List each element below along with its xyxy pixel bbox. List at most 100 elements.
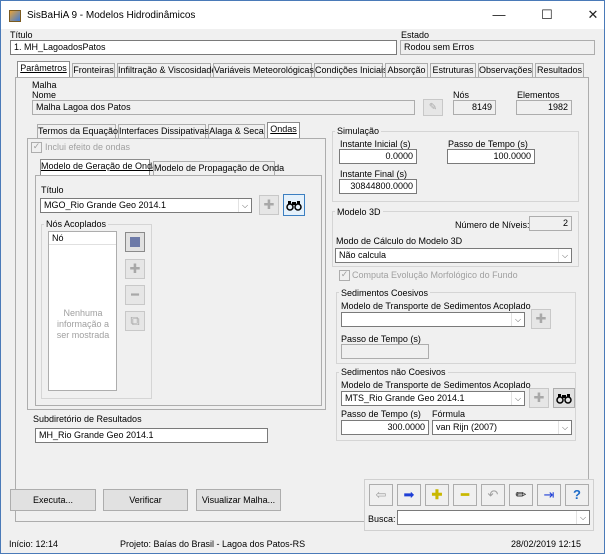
select-icon[interactable]	[125, 232, 145, 252]
modo-calculo-combo[interactable]: Não calcula ⌵	[335, 248, 572, 263]
sub-tabs: Termos da Equação Interfaces Dissipativa…	[27, 122, 327, 139]
formula-combo[interactable]: van Rijn (2007) ⌵	[432, 420, 572, 435]
status-datetime: 28/02/2019 12:15	[511, 539, 582, 549]
chevron-down-icon: ⌵	[558, 421, 571, 434]
window-title: SisBaHiA 9 - Modelos Hidrodinâmicos	[27, 10, 196, 21]
elementos-label: Elementos	[517, 90, 560, 100]
busca-combo[interactable]: ⌵	[397, 510, 590, 525]
nao-coesivos-add-icon[interactable]: ✚	[529, 388, 549, 408]
modo-calculo-label: Modo de Cálculo do Modelo 3D	[336, 236, 463, 246]
nao-coesivos-passo-label: Passo de Tempo (s)	[341, 409, 421, 419]
estado-label: Estado	[401, 30, 430, 40]
remove-icon[interactable]: ━	[453, 484, 477, 506]
main-tabs: Parâmetros Fronteiras Infiltração & Visc…	[15, 61, 587, 78]
tab-alaga[interactable]: Alaga & Seca	[208, 124, 265, 138]
malha-nome-field: Malha Lagoa dos Patos	[32, 100, 415, 115]
geracao-titulo-value: MGO_Rio Grande Geo 2014.1	[44, 200, 167, 210]
formula-value: van Rijn (2007)	[436, 422, 498, 432]
busca-label: Busca:	[368, 514, 396, 524]
exit-icon[interactable]: ⇥	[537, 484, 561, 506]
status-projeto: Projeto: Baías do Brasil - Lagoa dos Pat…	[120, 539, 306, 549]
niveis-field: 2	[529, 216, 572, 231]
binoculars-icon[interactable]	[553, 388, 575, 408]
titulo-field[interactable]: 1. MH_LagoadosPatos	[10, 40, 397, 55]
visualizar-malha-button[interactable]: Visualizar Malha...	[196, 489, 281, 511]
modelo3d-title: Modelo 3D	[335, 207, 383, 217]
coesivos-modelo-combo[interactable]: ⌵	[341, 312, 525, 327]
executa-button[interactable]: Executa...	[10, 489, 96, 511]
undo-icon[interactable]: ↶	[481, 484, 505, 506]
passo-tempo-field[interactable]: 100.0000	[447, 149, 535, 164]
list-header: Nó	[49, 232, 116, 245]
title-bar: SisBaHiA 9 - Modelos Hidrodinâmicos — ☐ …	[1, 1, 604, 29]
maximize-button[interactable]: ☐	[527, 3, 567, 27]
elementos-field: 1982	[516, 100, 572, 115]
status-bar: Início: 12:14 Projeto: Baías do Brasil -…	[1, 537, 604, 553]
chevron-down-icon: ⌵	[511, 313, 524, 326]
tab-estruturas[interactable]: Estruturas	[430, 63, 476, 77]
subdiretorio-field[interactable]: MH_Rio Grande Geo 2014.1	[35, 428, 268, 443]
binoculars-icon[interactable]	[283, 194, 305, 216]
nos-label: Nós	[453, 90, 470, 100]
instante-final-field[interactable]: 30844800.0000	[339, 179, 417, 194]
nos-field: 8149	[453, 100, 496, 115]
coesivos-passo-label: Passo de Tempo (s)	[341, 334, 421, 344]
pencil-icon[interactable]: ✏	[509, 484, 533, 506]
tab-fronteiras[interactable]: Fronteiras	[72, 63, 115, 77]
empty-message: Nenhuma informação a ser mostrada	[56, 308, 110, 340]
close-button[interactable]: ✕	[573, 3, 605, 27]
tab-interfaces[interactable]: Interfaces Dissipativas	[118, 124, 209, 138]
geracao-titulo-combo[interactable]: MGO_Rio Grande Geo 2014.1 ⌵	[40, 198, 252, 213]
check-icon: ✓	[32, 141, 41, 151]
passo-tempo-label: Passo de Tempo (s)	[448, 139, 528, 149]
help-icon[interactable]: ?	[565, 484, 589, 506]
tab-parametros[interactable]: Parâmetros	[17, 61, 70, 77]
modo-calculo-value: Não calcula	[339, 250, 387, 260]
edit-icon[interactable]: ✎	[423, 99, 443, 116]
nao-coesivos-title: Sedimentos não Coesivos	[339, 367, 448, 377]
copy-node-icon[interactable]: ⧉	[125, 311, 145, 331]
formula-label: Fórmula	[432, 409, 466, 419]
tab-variaveis[interactable]: Variáveis Meteorológicas	[213, 63, 314, 77]
coesivos-passo-field	[341, 344, 429, 359]
malha-section-label: Malha	[32, 80, 57, 90]
nao-coesivos-modelo-value: MTS_Rio Grande Geo 2014.1	[345, 393, 465, 403]
chevron-down-icon: ⌵	[558, 249, 571, 262]
subdiretorio-label: Subdiretório de Resultados	[33, 414, 142, 424]
chevron-down-icon: ⌵	[576, 511, 589, 524]
tab-geracao-onda[interactable]: Modelo de Geração de Onda	[40, 159, 157, 175]
add-icon[interactable]: ✚	[425, 484, 449, 506]
chevron-down-icon: ⌵	[511, 392, 524, 405]
tab-observacoes[interactable]: Observações	[478, 63, 533, 77]
tab-ondas[interactable]: Ondas	[267, 122, 300, 138]
tab-infiltracao[interactable]: Infiltração & Viscosidade	[117, 63, 216, 77]
chevron-down-icon: ⌵	[238, 199, 251, 212]
arrow-right-icon[interactable]: ➡	[397, 484, 421, 506]
nos-acoplados-label: Nós Acoplados	[44, 219, 109, 229]
tab-propagacao-onda[interactable]: Modelo de Propagação de Onda	[153, 161, 284, 175]
tab-condicoes[interactable]: Condições Iniciais	[314, 63, 388, 77]
add-node-icon[interactable]: ✚	[125, 259, 145, 279]
app-icon	[9, 10, 21, 22]
instante-final-label: Instante Final (s)	[340, 169, 408, 179]
coesivos-modelo-label: Modelo de Transporte de Sedimentos Acopl…	[341, 301, 531, 311]
nos-list[interactable]: Nó Nenhuma informação a ser mostrada	[48, 231, 117, 391]
niveis-label: Número de Níveis:	[455, 220, 530, 230]
titulo-label: Título	[10, 30, 33, 40]
minimize-button[interactable]: —	[479, 3, 519, 27]
arrow-left-icon[interactable]: ⇦	[369, 484, 393, 506]
tab-termos[interactable]: Termos da Equação	[37, 124, 118, 138]
add-icon[interactable]: ✚	[259, 195, 279, 215]
nao-coesivos-passo-field[interactable]: 300.0000	[341, 420, 429, 435]
simulacao-title: Simulação	[335, 126, 382, 136]
instante-inicial-label: Instante Inicial (s)	[340, 139, 411, 149]
coesivos-add-icon[interactable]: ✚	[531, 309, 551, 329]
instante-inicial-field[interactable]: 0.0000	[339, 149, 417, 164]
tab-resultados[interactable]: Resultados	[535, 63, 584, 77]
nao-coesivos-modelo-combo[interactable]: MTS_Rio Grande Geo 2014.1 ⌵	[341, 391, 525, 406]
geracao-titulo-label: Título	[41, 185, 64, 195]
inner-tabs: Modelo de Geração de Onda Modelo de Prop…	[35, 159, 285, 176]
verificar-button[interactable]: Verificar	[103, 489, 188, 511]
remove-node-icon[interactable]: ━	[125, 285, 145, 305]
tab-absorcao[interactable]: Absorção	[385, 63, 428, 77]
